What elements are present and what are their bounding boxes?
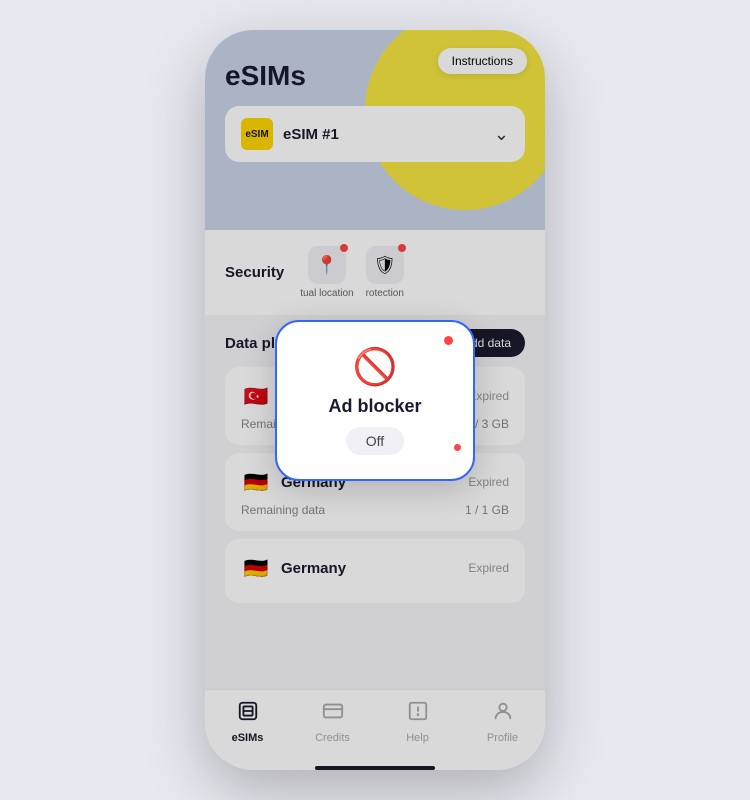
phone-frame: Instructions eSIMs eSIM eSIM #1 ⌄ Securi… (205, 30, 545, 770)
ad-blocker-popup[interactable]: 🚫 Ad blocker Off (275, 320, 475, 481)
ad-blocker-status[interactable]: Off (346, 427, 404, 455)
popup-overlay: 🚫 Ad blocker Off (205, 30, 545, 770)
ban-icon: 🚫 (309, 346, 441, 388)
ad-blocker-title: Ad blocker (309, 396, 441, 417)
popup-dot-tr (444, 336, 453, 345)
popup-dot-br (454, 444, 461, 451)
